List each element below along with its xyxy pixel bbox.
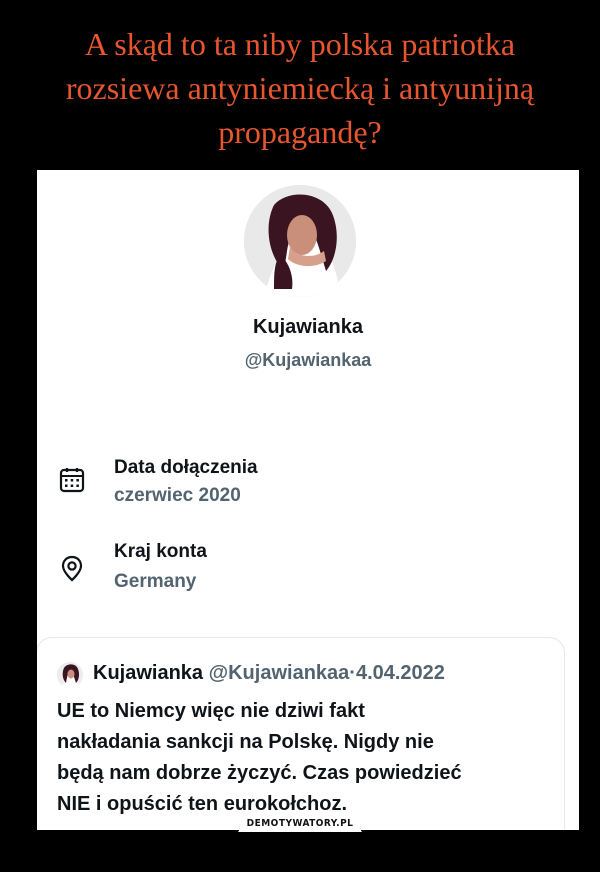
tweet-author-handle[interactable]: @Kujawiankaa: [209, 662, 350, 684]
profile-card: Kujawianka @Kujawiankaa Data dołączenia …: [37, 170, 579, 830]
tweet-avatar[interactable]: [57, 662, 83, 688]
joined-value: czerwiec 2020: [114, 485, 241, 506]
tweet-text: UE to Niemcy więc nie dziwi fakt nakłada…: [57, 696, 552, 820]
joined-label: Data dołączenia: [114, 457, 258, 478]
country-value: Germany: [114, 571, 197, 592]
avatar[interactable]: [244, 185, 356, 297]
tweet-avatar-photo: [57, 662, 83, 688]
tweet-line-1: UE to Niemcy więc nie dziwi fakt: [57, 700, 365, 722]
profile-handle[interactable]: @Kujawiankaa: [37, 350, 579, 371]
avatar-photo: [244, 185, 356, 297]
tweet-line-2: nakładania sankcji na Polskę. Nigdy nie: [57, 731, 434, 753]
headline-line-1: A skąd to ta niby polska patriotka: [84, 26, 516, 62]
tweet-line-3: będą nam dobrze życzyć. Czas powiedzieć: [57, 762, 462, 784]
profile-name: Kujawianka: [252, 316, 364, 338]
calendar-icon: [58, 466, 86, 494]
tweet-header: Kujawianka @Kujawiankaa·4.04.2022: [93, 662, 445, 685]
headline-line-3: propagandę?: [218, 114, 382, 150]
headline: A skąd to ta niby polska patriotka rozsi…: [0, 22, 600, 154]
tweet-separator: ·: [349, 662, 356, 684]
location-pin-icon: [58, 554, 86, 582]
tweet-line-4: NIE i opuścić ten eurokołchoz.: [57, 793, 348, 815]
watermark: DEMOTYWATORY.PL: [238, 816, 362, 832]
quoted-tweet[interactable]: Kujawianka @Kujawiankaa·4.04.2022 UE to …: [37, 637, 565, 830]
country-label: Kraj konta: [114, 541, 207, 562]
tweet-author-name[interactable]: Kujawianka: [93, 662, 203, 684]
headline-line-2: rozsiewa antyniemiecką i antyunijną: [65, 70, 535, 106]
tweet-date[interactable]: 4.04.2022: [356, 662, 445, 684]
